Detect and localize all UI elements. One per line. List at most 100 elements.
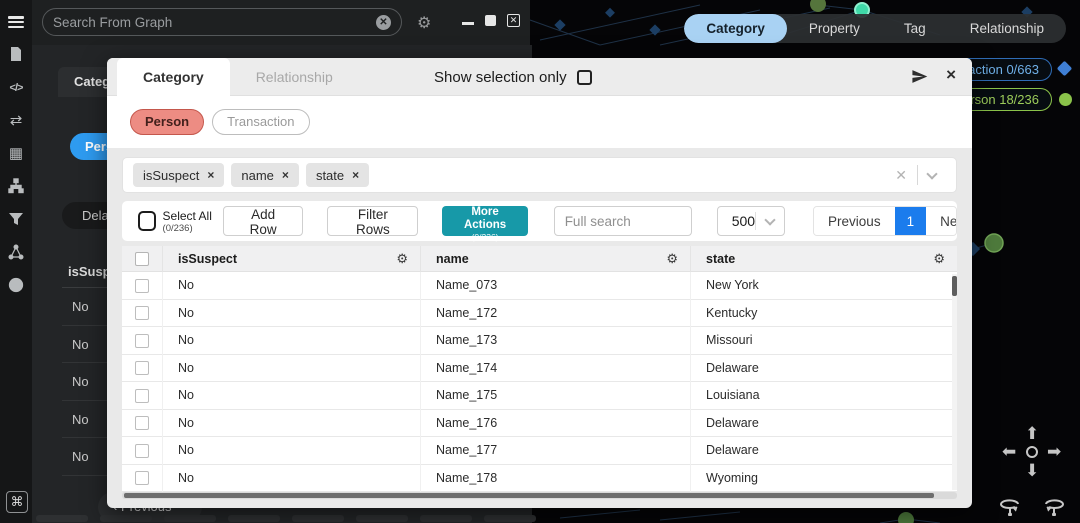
table-cell: New York <box>690 272 957 300</box>
filter-icon[interactable] <box>7 211 25 229</box>
maximize-icon[interactable] <box>485 15 496 26</box>
table-row[interactable]: NoName_175Louisiana <box>122 382 957 410</box>
column-header-name[interactable]: name ⚙ <box>420 246 690 272</box>
search-input[interactable] <box>53 15 376 30</box>
table-row[interactable]: NoName_178Wyoming <box>122 465 957 493</box>
divider <box>755 212 756 230</box>
previous-page-button[interactable]: Previous <box>814 207 895 235</box>
table-cell: Name_178 <box>420 465 690 493</box>
modal-tab-category[interactable]: Category <box>117 58 230 96</box>
diamond-node-icon[interactable] <box>1059 63 1072 76</box>
category-pills: Person Transaction <box>130 109 310 135</box>
current-page-button[interactable]: 1 <box>895 207 927 235</box>
diamond-glyph <box>1057 61 1073 77</box>
column-gear-icon[interactable]: ⚙ <box>933 251 945 267</box>
row-checkbox[interactable] <box>135 471 149 485</box>
column-header-issuspect[interactable]: isSuspect⚙ <box>162 246 420 272</box>
row-checkbox[interactable] <box>135 444 149 458</box>
clear-filters-icon[interactable]: ✕ <box>885 167 917 184</box>
table-body: NoName_073New YorkNoName_172KentuckyNoNa… <box>122 272 957 492</box>
minimize-icon[interactable] <box>462 22 474 25</box>
table-row[interactable]: NoName_073New York <box>122 272 957 300</box>
top-bar: ✕ ⚙ ✕ <box>32 0 530 45</box>
top-tab-category[interactable]: Category <box>684 14 787 43</box>
vertical-scrollbar-thumb[interactable] <box>952 276 957 296</box>
code-icon[interactable]: </> <box>7 79 25 97</box>
row-checkbox[interactable] <box>135 279 149 293</box>
pan-right-icon[interactable]: ➡ <box>1047 443 1061 460</box>
rotate-left-icon[interactable] <box>998 496 1022 521</box>
network-icon[interactable] <box>7 244 25 262</box>
table-row[interactable]: NoName_177Delaware <box>122 437 957 465</box>
swap-arrows-icon[interactable]: ⇄ <box>7 112 25 130</box>
select-all-checkbox[interactable] <box>138 211 156 231</box>
pan-left-icon[interactable]: ⬅ <box>1002 443 1016 460</box>
modal-tab-relationship[interactable]: Relationship <box>230 58 359 96</box>
strip-segment <box>292 515 344 522</box>
top-tab-relationship[interactable]: Relationship <box>948 14 1066 43</box>
table-cell: Name_174 <box>420 355 690 383</box>
add-row-button[interactable]: Add Row <box>223 206 303 236</box>
file-icon[interactable] <box>7 46 25 64</box>
top-tab-tag[interactable]: Tag <box>882 14 948 43</box>
remove-chip-icon[interactable]: × <box>282 168 289 182</box>
row-checkbox[interactable] <box>135 416 149 430</box>
column-gear-icon[interactable]: ⚙ <box>666 251 678 267</box>
column-header-label: state <box>706 252 735 266</box>
pan-center-icon[interactable] <box>1026 446 1038 458</box>
header-checkbox-cell <box>122 252 162 266</box>
select-all-text: Select All (0/236) <box>163 209 215 234</box>
show-selection-label: Show selection only <box>434 69 567 86</box>
full-search-input[interactable] <box>554 206 692 236</box>
pan-dpad: ⬆ ⬅ ➡ ⬇ <box>1002 425 1062 481</box>
show-selection-checkbox[interactable] <box>577 70 592 85</box>
filter-rows-button[interactable]: Filter Rows <box>327 206 418 236</box>
chevron-down-icon[interactable] <box>926 168 937 179</box>
table-cell: No <box>162 437 420 465</box>
data-table-modal: CategoryRelationship Show selection only… <box>107 58 972 508</box>
modal-close-icon[interactable]: × <box>946 65 956 85</box>
sitemap-icon[interactable] <box>7 178 25 196</box>
search-clear-icon[interactable]: ✕ <box>376 15 391 30</box>
keyboard-shortcuts-icon[interactable]: ⌘ <box>6 491 28 513</box>
remove-chip-icon[interactable]: × <box>352 168 359 182</box>
table-cell: Delaware <box>690 410 957 438</box>
remove-chip-icon[interactable]: × <box>207 168 214 182</box>
hamburger-menu-icon[interactable] <box>8 16 24 28</box>
more-actions-button[interactable]: More Actions (0/236) <box>442 206 527 236</box>
table-row[interactable]: NoName_173Missouri <box>122 327 957 355</box>
table-row[interactable]: NoName_174Delaware <box>122 355 957 383</box>
close-window-icon[interactable]: ✕ <box>507 14 520 27</box>
horizontal-scrollbar-thumb[interactable] <box>124 493 934 498</box>
app-root: ✕ ⚙ ✕ CategoryPropertyTagRelationship </… <box>0 0 1080 523</box>
row-checkbox[interactable] <box>135 361 149 375</box>
circle-node-icon[interactable] <box>1059 93 1072 106</box>
globe-icon[interactable] <box>7 277 25 295</box>
pan-down-icon[interactable]: ⬇ <box>1025 462 1039 479</box>
send-to-graph-icon[interactable] <box>911 68 928 85</box>
table-grid-icon[interactable]: ▦ <box>7 145 25 163</box>
table-row[interactable]: NoName_176Delaware <box>122 410 957 438</box>
strip-segment <box>356 515 408 522</box>
column-filter-bar[interactable]: isSuspect×name×state× ✕ <box>122 157 957 193</box>
column-header-state[interactable]: state ⚙ <box>690 246 957 272</box>
rotate-right-icon[interactable] <box>1042 496 1066 521</box>
table-header-row: isSuspect⚙ name ⚙ state ⚙ <box>122 246 957 272</box>
column-header-label: name <box>436 252 469 266</box>
strip-segment <box>100 515 152 522</box>
column-gear-icon[interactable]: ⚙ <box>396 251 408 267</box>
top-tab-property[interactable]: Property <box>787 14 882 43</box>
pill-transaction[interactable]: Transaction <box>212 109 309 135</box>
table-cell: Name_073 <box>420 272 690 300</box>
pan-up-icon[interactable]: ⬆ <box>1025 425 1039 442</box>
pill-person[interactable]: Person <box>130 109 204 135</box>
settings-gear-icon[interactable]: ⚙ <box>417 13 431 33</box>
table-row[interactable]: NoName_172Kentucky <box>122 300 957 328</box>
header-checkbox[interactable] <box>135 252 149 266</box>
row-checkbox[interactable] <box>135 389 149 403</box>
table-cell: Kentucky <box>690 300 957 328</box>
row-checkbox[interactable] <box>135 306 149 320</box>
next-page-button[interactable]: Next <box>926 207 957 235</box>
row-checkbox[interactable] <box>135 334 149 348</box>
page-size-select[interactable]: 500 <box>717 206 785 236</box>
